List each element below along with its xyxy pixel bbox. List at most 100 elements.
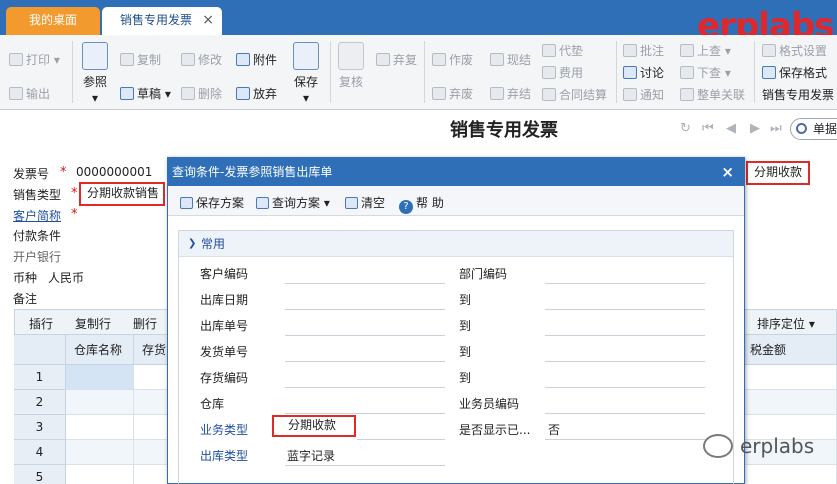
warehouse-cell[interactable]	[66, 390, 134, 415]
copy-button[interactable]: 复制	[120, 52, 161, 68]
invoice-no-value[interactable]: 0000000001	[76, 165, 152, 179]
tax-amount-column-header[interactable]: 税金额	[742, 335, 837, 365]
discard-button[interactable]: 放弃	[236, 86, 277, 102]
delete-icon	[181, 87, 195, 100]
prev-query-button[interactable]: 上查 ▾	[680, 43, 731, 59]
help-button[interactable]: ? 帮 助	[399, 194, 444, 214]
delete-button[interactable]: 删除	[181, 86, 222, 102]
sales-type-field[interactable]: 分期收款销售	[79, 182, 165, 206]
attach-button[interactable]: 附件	[236, 52, 277, 68]
copy-icon	[120, 53, 134, 66]
to-label: 到	[459, 371, 472, 385]
save-button[interactable]: 保存 ▾	[289, 42, 323, 106]
delete-row-button[interactable]: 删行	[133, 315, 157, 332]
format-settings-button[interactable]: 格式设置	[762, 43, 827, 59]
first-record-icon[interactable]: ⏮	[702, 121, 714, 136]
warehouse-column-header[interactable]: 仓库名称	[66, 335, 134, 365]
save-scheme-button[interactable]: 保存方案	[180, 194, 244, 211]
draft-button[interactable]: 草稿 ▾	[120, 86, 171, 102]
tax-amount-cell[interactable]	[742, 365, 837, 390]
inventory-code-to-input[interactable]	[545, 387, 705, 388]
out-type-label: 出库类型	[200, 449, 249, 463]
discuss-button[interactable]: 讨论	[623, 65, 664, 81]
bill-link-button[interactable]: 整单关联	[680, 87, 745, 103]
out-date-from-input[interactable]	[285, 309, 445, 310]
sort-locate-button[interactable]: 排序定位 ▾	[757, 315, 815, 332]
inventory-code-from-input[interactable]	[285, 387, 445, 388]
reference-button[interactable]: 参照 ▾	[78, 42, 112, 106]
customer-code-input[interactable]	[285, 283, 445, 284]
row-number: 3	[14, 415, 66, 440]
warehouse-input[interactable]	[285, 413, 445, 414]
salesman-code-input[interactable]	[545, 413, 705, 414]
dept-code-input[interactable]	[545, 283, 705, 284]
row-number: 4	[14, 440, 66, 465]
query-scheme-button[interactable]: 查询方案 ▾	[256, 194, 330, 211]
review-button[interactable]: 复核	[336, 42, 366, 90]
printer-icon	[9, 53, 23, 66]
copy-row-button[interactable]: 复制行	[75, 315, 111, 332]
out-no-from-input[interactable]	[285, 335, 445, 336]
warehouse-cell[interactable]	[66, 365, 134, 390]
expense-icon	[542, 66, 556, 79]
expense-button[interactable]: 费用	[542, 65, 583, 81]
page-title: 销售专用发票	[450, 120, 558, 141]
arrow-up-icon	[680, 44, 694, 57]
refresh-icon[interactable]: ↻	[680, 121, 691, 136]
prev-record-icon[interactable]: ◀	[726, 121, 736, 136]
invoice-no-label: 发票号	[13, 167, 50, 181]
to-label: 到	[459, 319, 472, 333]
warehouse-cell[interactable]	[66, 440, 134, 465]
save-format-button[interactable]: 保存格式	[762, 65, 827, 81]
customer-label[interactable]: 客户简称	[13, 207, 61, 224]
contract-settle-button[interactable]: 合同结算	[542, 87, 607, 103]
tax-amount-cell[interactable]	[742, 465, 837, 484]
draft-icon	[120, 87, 134, 100]
out-date-to-input[interactable]	[545, 309, 705, 310]
notify-button[interactable]: 通知	[623, 87, 664, 103]
insert-row-button[interactable]: 插行	[29, 315, 53, 332]
close-icon[interactable]: ×	[202, 7, 214, 33]
next-record-icon[interactable]: ▶	[750, 121, 760, 136]
dialog-toolbar: 保存方案 查询方案 ▾ 清空 ? 帮 助	[168, 186, 744, 216]
out-no-to-input[interactable]	[545, 335, 705, 336]
close-icon[interactable]: ×	[721, 158, 734, 186]
tab-sales-invoice[interactable]: 销售专用发票 ×	[102, 7, 222, 35]
warehouse-cell[interactable]	[66, 415, 134, 440]
warehouse-cell[interactable]	[66, 465, 134, 484]
next-query-button[interactable]: 下查 ▾	[680, 65, 731, 81]
right-installment-field[interactable]: 分期收款	[746, 161, 810, 185]
agent-pay-button[interactable]: 代垫	[542, 43, 583, 59]
export-button[interactable]: 输出	[9, 86, 50, 102]
agent-pay-icon	[542, 44, 556, 57]
void-button[interactable]: 作废	[432, 52, 473, 68]
out-type-value[interactable]: 蓝字记录	[287, 447, 335, 464]
tab-home[interactable]: 我的桌面	[6, 7, 100, 35]
search-input[interactable]: 单据	[790, 118, 837, 140]
ship-no-from-input[interactable]	[285, 361, 445, 362]
cash-icon	[490, 53, 504, 66]
clear-button[interactable]: 清空	[345, 194, 385, 211]
modify-button[interactable]: 修改	[181, 52, 222, 68]
cash-button[interactable]: 现结	[490, 52, 531, 68]
biz-type-field[interactable]: 分期收款	[272, 415, 356, 437]
annotate-button[interactable]: 批注	[623, 43, 664, 59]
required-mark: *	[60, 165, 67, 180]
abandon-void-button[interactable]: 弃废	[432, 86, 473, 102]
abandon-cash-button[interactable]: 弃结	[490, 86, 531, 102]
abandon-review-button[interactable]: 弃复	[376, 52, 417, 68]
print-button[interactable]: 打印 ▾	[9, 52, 60, 68]
show-done-value[interactable]: 否	[548, 421, 560, 438]
ship-no-to-input[interactable]	[545, 361, 705, 362]
abandon-cash-icon	[490, 87, 504, 100]
out-no-label: 出库单号	[200, 319, 249, 333]
template-selector[interactable]: 销售专用发票	[762, 87, 834, 103]
last-record-icon[interactable]: ⏭	[770, 121, 782, 136]
help-icon: ?	[399, 200, 413, 214]
section-header[interactable]: ❯ 常用	[179, 231, 733, 257]
currency-value[interactable]: 人民币	[48, 269, 84, 286]
eraser-icon	[345, 197, 358, 209]
inventory-code-label: 存货编码	[200, 371, 249, 385]
customer-code-label: 客户编码	[200, 267, 249, 281]
tax-amount-cell[interactable]	[742, 390, 837, 415]
